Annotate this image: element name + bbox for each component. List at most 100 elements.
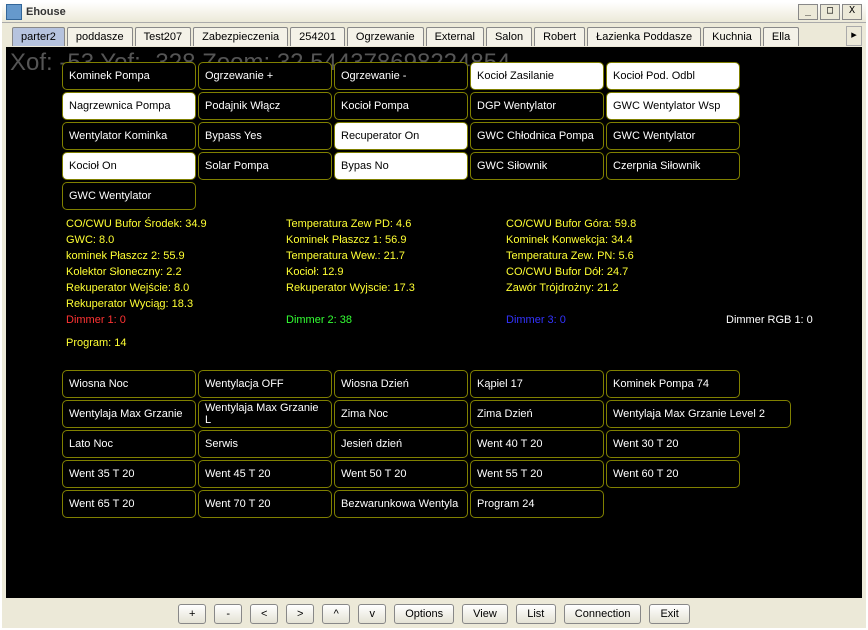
status-6-0: Dimmer 1: 0 xyxy=(66,313,286,329)
tab-2[interactable]: Test207 xyxy=(135,27,192,46)
device-button-0-3[interactable]: Kocioł Zasilanie xyxy=(470,62,604,90)
device-button-2-1[interactable]: Bypass Yes xyxy=(198,122,332,150)
tab-3[interactable]: Zabezpieczenia xyxy=(193,27,288,46)
tab-scroll-right[interactable]: ▸ xyxy=(846,26,862,46)
tab-10[interactable]: Kuchnia xyxy=(703,27,761,46)
program-button-4-1[interactable]: Went 70 T 20 xyxy=(198,490,332,518)
program-button-1-3[interactable]: Zima Dzień xyxy=(470,400,604,428)
status-5-2 xyxy=(506,297,726,313)
tab-9[interactable]: Łazienka Poddasze xyxy=(587,27,701,46)
device-button-grid: Kominek PompaOgrzewanie +Ogrzewanie -Koc… xyxy=(61,61,741,211)
program-button-3-0[interactable]: Went 35 T 20 xyxy=(62,460,196,488)
status-4-0: Rekuperator Wejście: 8.0 xyxy=(66,281,286,297)
program-button-2-4[interactable]: Went 30 T 20 xyxy=(606,430,740,458)
status-0-2: CO/CWU Bufor Góra: 59.8 xyxy=(506,217,726,233)
pan-down-button[interactable]: v xyxy=(358,604,386,624)
minimize-button[interactable]: _ xyxy=(798,4,818,20)
device-button-2-4[interactable]: GWC Wentylator xyxy=(606,122,740,150)
program-button-3-1[interactable]: Went 45 T 20 xyxy=(198,460,332,488)
status-6-2: Dimmer 3: 0 xyxy=(506,313,726,329)
tab-4[interactable]: 254201 xyxy=(290,27,345,46)
program-button-4-2[interactable]: Bezwarunkowa Wentyla xyxy=(334,490,468,518)
close-button[interactable]: X xyxy=(842,4,862,20)
canvas-stage[interactable]: Xof: -53 Yof: -328 Zoom: 32.544378698224… xyxy=(6,47,862,598)
pan-right-button[interactable]: > xyxy=(286,604,314,624)
options-button[interactable]: Options xyxy=(394,604,454,624)
status-4-2: Zawór Trójdrożny: 21.2 xyxy=(506,281,726,297)
maximize-button[interactable]: □ xyxy=(820,4,840,20)
program-button-1-1[interactable]: Wentylaja Max Grzanie L xyxy=(198,400,332,428)
status-4-1: Rekuperator Wyjscie: 17.3 xyxy=(286,281,506,297)
app-icon xyxy=(6,4,22,20)
program-line: Program: 14 xyxy=(66,337,127,349)
connection-button[interactable]: Connection xyxy=(564,604,642,624)
tab-0[interactable]: parter2 xyxy=(12,27,65,46)
zoom-in-button[interactable]: + xyxy=(178,604,206,624)
tab-1[interactable]: poddasze xyxy=(67,27,133,46)
window-title: Ehouse xyxy=(26,6,796,18)
program-button-2-3[interactable]: Went 40 T 20 xyxy=(470,430,604,458)
device-button-0-1[interactable]: Ogrzewanie + xyxy=(198,62,332,90)
status-0-0: CO/CWU Bufor Środek: 34.9 xyxy=(66,217,286,233)
status-5-1 xyxy=(286,297,506,313)
device-button-2-3[interactable]: GWC Chłodnica Pompa xyxy=(470,122,604,150)
device-button-1-3[interactable]: DGP Wentylator xyxy=(470,92,604,120)
device-button-1-4[interactable]: GWC Wentylator Wsp xyxy=(606,92,740,120)
device-button-2-0[interactable]: Wentylator Kominka xyxy=(62,122,196,150)
device-button-1-0[interactable]: Nagrzewnica Pompa xyxy=(62,92,196,120)
device-button-0-4[interactable]: Kocioł Pod. Odbl xyxy=(606,62,740,90)
program-button-grid: Wiosna NocWentylacja OFFWiosna DzieńKąpi… xyxy=(61,369,792,519)
program-button-3-3[interactable]: Went 55 T 20 xyxy=(470,460,604,488)
program-button-0-2[interactable]: Wiosna Dzień xyxy=(334,370,468,398)
program-button-4-0[interactable]: Went 65 T 20 xyxy=(62,490,196,518)
list-button[interactable]: List xyxy=(516,604,556,624)
status-2-1: Temperatura Wew.: 21.7 xyxy=(286,249,506,265)
status-1-2: Kominek Konwekcja: 34.4 xyxy=(506,233,726,249)
zoom-out-button[interactable]: - xyxy=(214,604,242,624)
status-0-1: Temperatura Zew PD: 4.6 xyxy=(286,217,506,233)
view-button[interactable]: View xyxy=(462,604,508,624)
status-3-1: Kocioł: 12.9 xyxy=(286,265,506,281)
status-readouts: CO/CWU Bufor Środek: 34.9Temperatura Zew… xyxy=(66,217,852,329)
bottom-toolbar: +-< > ^ v Options View List Connection Exit xyxy=(2,600,866,628)
pan-up-button[interactable]: ^ xyxy=(322,604,350,624)
device-button-3-2[interactable]: Bypas No xyxy=(334,152,468,180)
program-button-4-3[interactable]: Program 24 xyxy=(470,490,604,518)
program-button-1-0[interactable]: Wentylaja Max Grzanie xyxy=(62,400,196,428)
device-button-3-0[interactable]: Kocioł On xyxy=(62,152,196,180)
program-button-0-0[interactable]: Wiosna Noc xyxy=(62,370,196,398)
program-button-0-4[interactable]: Kominek Pompa 74 xyxy=(606,370,740,398)
program-button-2-0[interactable]: Lato Noc xyxy=(62,430,196,458)
program-button-2-2[interactable]: Jesień dzień xyxy=(334,430,468,458)
status-1-0: GWC: 8.0 xyxy=(66,233,286,249)
device-button-0-0[interactable]: Kominek Pompa xyxy=(62,62,196,90)
device-button-2-2[interactable]: Recuperator On xyxy=(334,122,468,150)
program-button-1-4[interactable]: Wentylaja Max Grzanie Level 2 xyxy=(606,400,791,428)
device-button-3-4[interactable]: Czerpnia Siłownik xyxy=(606,152,740,180)
device-button-1-2[interactable]: Kocioł Pompa xyxy=(334,92,468,120)
program-button-2-1[interactable]: Serwis xyxy=(198,430,332,458)
program-button-1-2[interactable]: Zima Noc xyxy=(334,400,468,428)
device-button-0-2[interactable]: Ogrzewanie - xyxy=(334,62,468,90)
program-button-0-1[interactable]: Wentylacja OFF xyxy=(198,370,332,398)
tab-5[interactable]: Ogrzewanie xyxy=(347,27,424,46)
program-button-3-4[interactable]: Went 60 T 20 xyxy=(606,460,740,488)
pan-left-button[interactable]: < xyxy=(250,604,278,624)
titlebar: Ehouse _ □ X xyxy=(2,2,866,23)
program-button-0-3[interactable]: Kąpiel 17 xyxy=(470,370,604,398)
tab-6[interactable]: External xyxy=(426,27,484,46)
tab-7[interactable]: Salon xyxy=(486,27,532,46)
tab-8[interactable]: Robert xyxy=(534,27,585,46)
program-button-3-2[interactable]: Went 50 T 20 xyxy=(334,460,468,488)
status-2-2: Temperatura Zew. PN: 5.6 xyxy=(506,249,726,265)
device-button-4-0[interactable]: GWC Wentylator xyxy=(62,182,196,210)
status-3-2: CO/CWU Bufor Dół: 24.7 xyxy=(506,265,726,281)
exit-button[interactable]: Exit xyxy=(649,604,689,624)
device-button-3-1[interactable]: Solar Pompa xyxy=(198,152,332,180)
device-button-1-1[interactable]: Podajnik Włącz xyxy=(198,92,332,120)
device-button-3-3[interactable]: GWC Siłownik xyxy=(470,152,604,180)
tab-11[interactable]: Ella xyxy=(763,27,799,46)
status-1-1: Kominek Płaszcz 1: 56.9 xyxy=(286,233,506,249)
app-window: Ehouse _ □ X parter2poddaszeTest207Zabez… xyxy=(0,0,868,630)
status-6-1: Dimmer 2: 38 xyxy=(286,313,506,329)
